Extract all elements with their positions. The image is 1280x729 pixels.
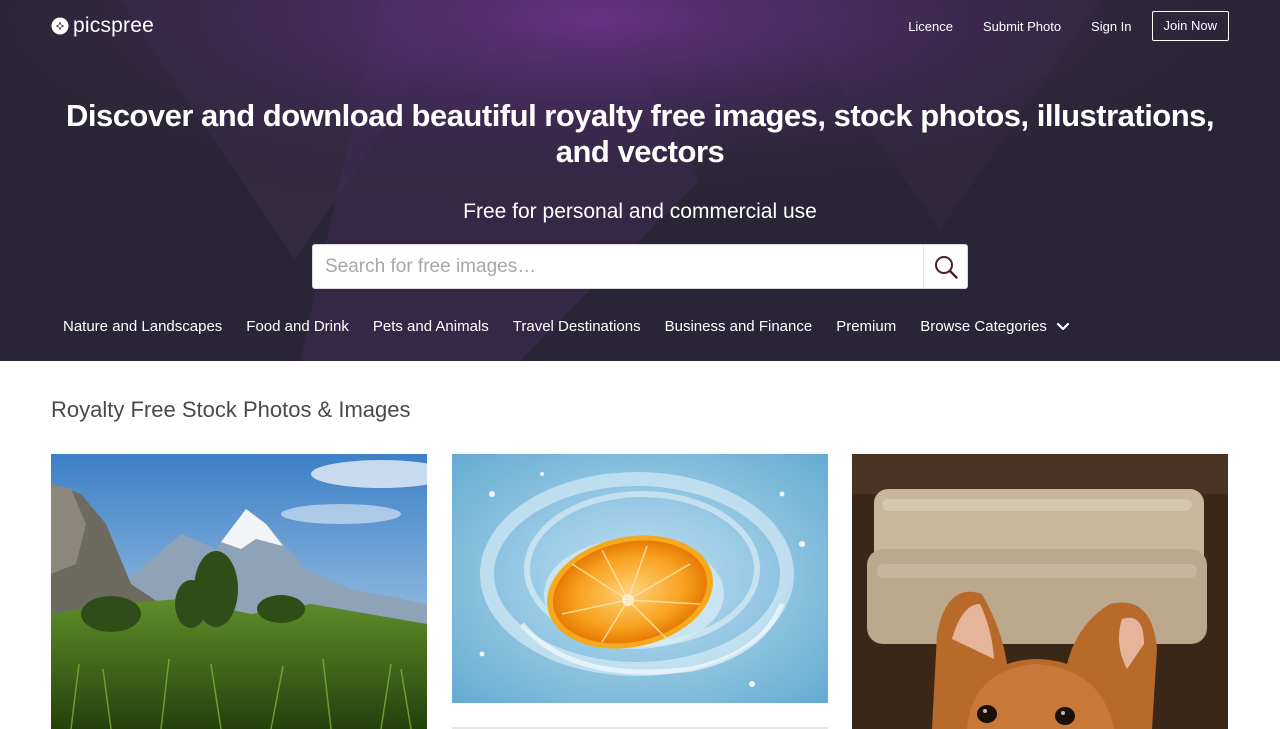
section-title: Royalty Free Stock Photos & Images [51,397,411,422]
join-now-button[interactable]: Join Now [1151,11,1229,41]
photo-card-puppy[interactable] [852,454,1228,729]
category-nature-landscapes[interactable]: Nature and Landscapes [63,318,222,335]
category-business-finance[interactable]: Business and Finance [665,318,813,335]
category-travel-destinations[interactable]: Travel Destinations [513,318,641,335]
aperture-logo-icon [51,17,69,35]
photo-card-orange-splash[interactable] [452,454,828,703]
orange-splash-photo [452,454,828,703]
search-icon [934,255,958,279]
main-nav: Licence Submit Photo Sign In Join Now [878,11,1229,41]
search-input[interactable] [313,245,923,288]
category-premium[interactable]: Premium [836,318,896,335]
logo-text: picspree [73,14,154,37]
nav-sign-in-link[interactable]: Sign In [1091,19,1131,34]
category-food-drink[interactable]: Food and Drink [246,318,349,335]
chevron-down-icon [1056,322,1070,330]
hero-banner: picspree Licence Submit Photo Sign In Jo… [0,0,1280,361]
browse-categories-dropdown[interactable]: Browse Categories [920,318,1070,335]
hero-background [0,0,1280,361]
hero-headline: Discover and download beautiful royalty … [65,98,1215,169]
search-button[interactable] [923,245,967,288]
mountain-meadow-photo [51,454,427,729]
photo-card-mountain-meadow[interactable] [51,454,427,729]
nav-submit-photo-link[interactable]: Submit Photo [983,19,1061,34]
search-bar [312,244,968,289]
hero-subheadline: Free for personal and commercial use [463,200,817,223]
category-pets-animals[interactable]: Pets and Animals [373,318,489,335]
browse-categories-label: Browse Categories [920,318,1047,335]
nav-licence-link[interactable]: Licence [908,19,953,34]
category-nav: Nature and Landscapes Food and Drink Pet… [63,318,1070,335]
puppy-photo [852,454,1228,729]
logo[interactable]: picspree [51,14,154,38]
top-navigation: picspree Licence Submit Photo Sign In Jo… [0,0,1280,52]
